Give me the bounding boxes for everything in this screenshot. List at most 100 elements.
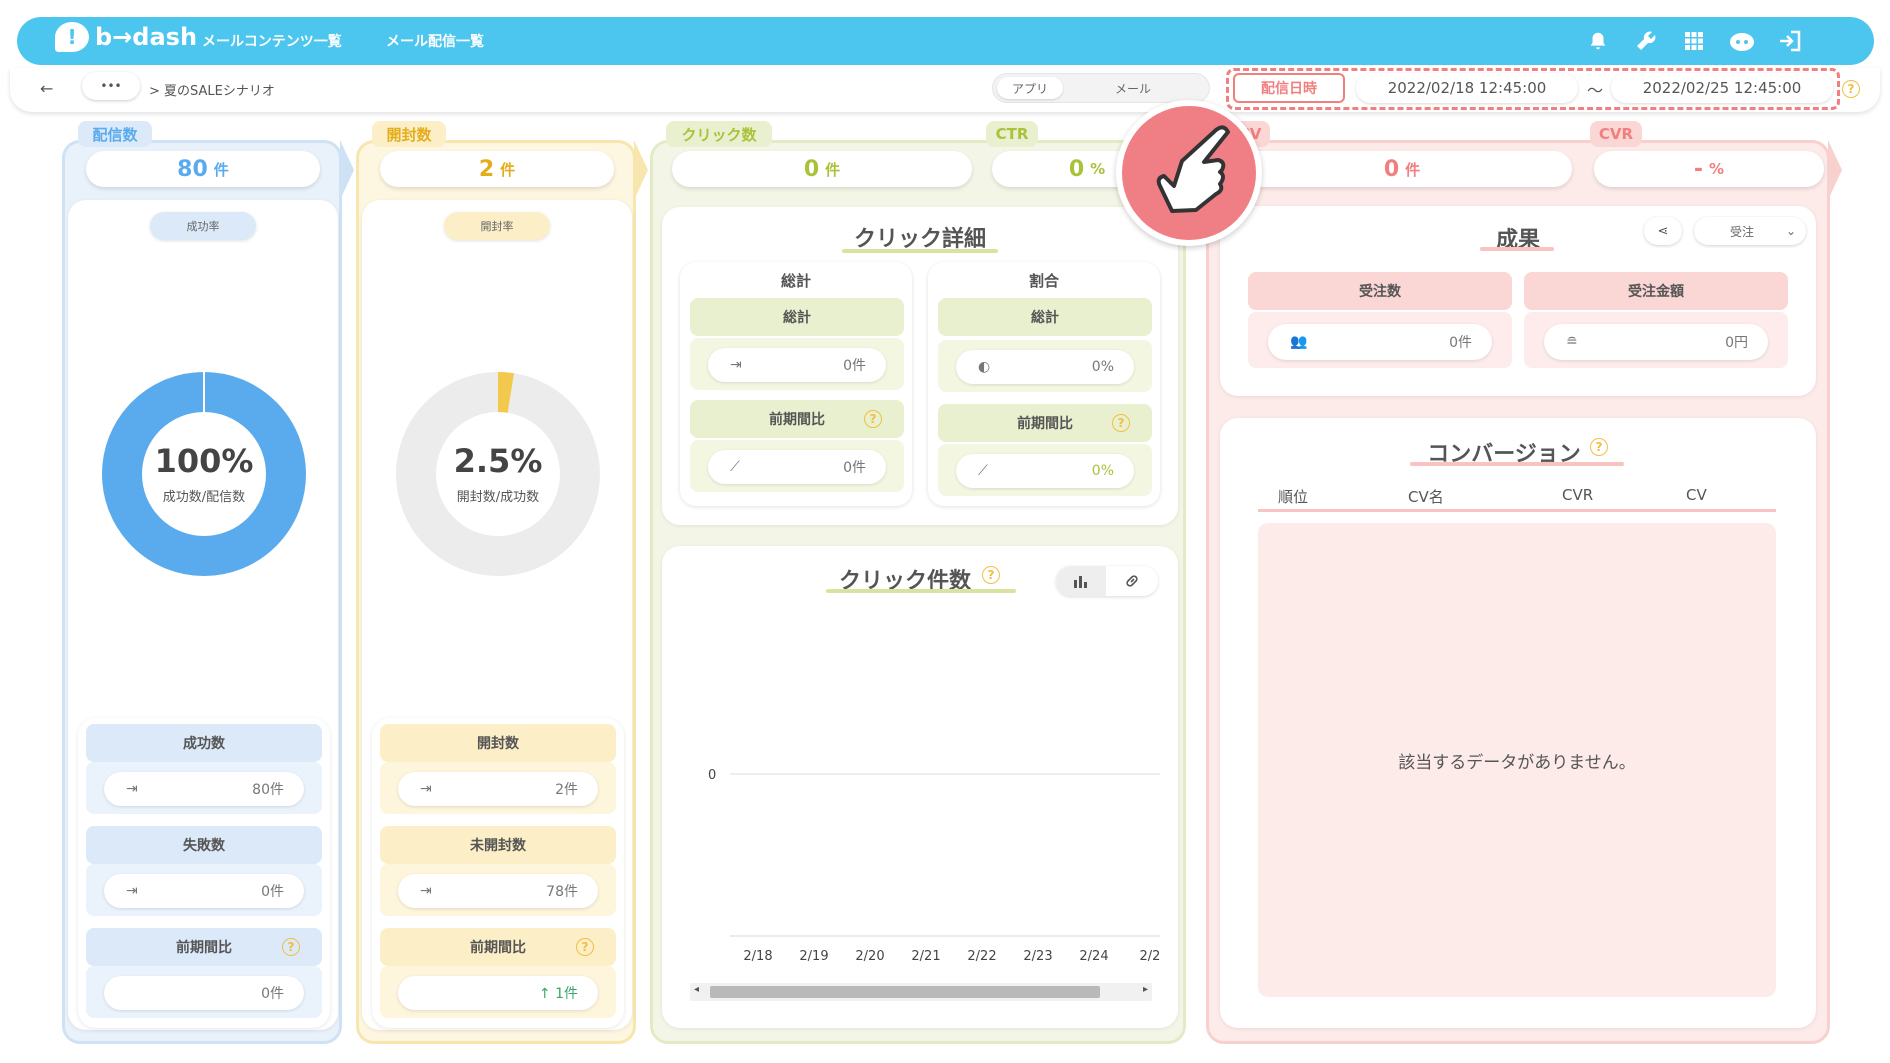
help-icon[interactable]: ? [864,410,882,428]
scroll-right-icon[interactable]: ▸ [1143,984,1148,995]
orders-value: 👥 0件 [1268,324,1492,360]
more-button[interactable]: ••• [82,72,140,100]
date-to-field[interactable]: 2022/02/25 12:45:00 [1611,73,1833,103]
nav-mail-deliveries[interactable]: メール配信一覧 [386,31,484,51]
open-value: 2 [478,156,495,182]
click-ratio-title: 割合 [1028,272,1059,290]
chart-scrollbar[interactable]: ◂ ▸ [690,983,1152,1001]
click-total: 0件 [672,151,972,187]
x-tick-label: 2/22 [967,949,996,964]
click-detail-underline [842,249,998,253]
empty-table: 該当するデータがありません。 [1258,523,1776,997]
result-select[interactable]: 受注 ⌄ [1694,217,1806,245]
sent-unit: 件 [213,160,229,179]
line-chart-icon: ⟋ [730,459,740,475]
col-rank[interactable]: 順位 [1278,486,1308,507]
x-tick-label: 2/23 [1023,949,1052,964]
sent-stat-label-0: 成功数 [86,724,322,762]
back-button[interactable]: ← [40,79,53,98]
click-unit: 件 [825,160,841,179]
open-stat-text-0: 2件 [555,782,578,798]
click-value: 0 [803,156,820,182]
x-tick-label: 2/21 [911,949,940,964]
export-icon: ⇥ [126,883,138,899]
sent-value: 80 [177,156,208,182]
nav-mail-contents[interactable]: メールコンテンツ一覧 [202,31,342,51]
click-count-underline [826,589,1016,593]
col-cv[interactable]: CV [1686,486,1707,504]
help-icon[interactable]: ? [1112,414,1130,432]
sent-stat-text-1: 0件 [261,884,284,900]
breadcrumb: > 夏のSALEシナリオ [149,84,275,99]
open-stat-label-0: 開封数 [380,724,616,762]
cv-value: 0 [1383,156,1400,182]
app-logo[interactable]: ! b→dash [55,22,197,52]
ctr-value: 0 [1068,156,1085,182]
amount-value: ≘ 0円 [1544,324,1768,360]
click-total-title: 総計 [780,272,811,290]
open-ring-sub: 開封数/成功数 [456,490,540,505]
open-title: 開封数 [372,121,446,147]
line-chart-icon: ⟋ [978,463,988,479]
open-stat-text-2: ↑ 1件 [538,986,578,1002]
open-rate-label: 開封率 [444,212,550,240]
open-stat-value-0: ⇥ 2件 [398,772,598,806]
scroll-thumb[interactable] [710,986,1100,998]
conversion-underline [1410,462,1624,466]
x-tick-label: 2/24 [1079,949,1108,964]
bell-icon[interactable] [1582,25,1614,57]
help-icon[interactable]: ? [576,938,594,956]
sent-stat-value-2: 0件 [104,976,304,1010]
pie-icon: ◐ [978,359,991,375]
x-tick-label: 2/19 [799,949,828,964]
cvr-unit: % [1709,160,1725,178]
click-ratio-sub: 総計 [938,298,1152,336]
ctr-unit: % [1090,160,1106,178]
logout-icon[interactable] [1774,25,1806,57]
amount-label: 受注金額 [1524,272,1788,310]
click-ratio-text: 0% [1091,359,1114,375]
sent-total: 80 件 [86,151,320,187]
success-ring-label: 100% 成功数/配信数 [104,442,304,505]
toggle-mail[interactable]: メール [1093,77,1173,99]
open-stat-value-1: ⇥ 78件 [398,874,598,908]
open-stat-text-1: 78件 [546,884,578,900]
click-ratio-prev-text: 0% [1091,463,1114,479]
robot-icon[interactable] [1726,25,1758,57]
link-icon[interactable] [1106,566,1158,596]
x-tick-label: 2/18 [743,949,772,964]
col-cvr[interactable]: CVR [1562,486,1593,504]
share-icon[interactable]: ⋖ [1644,217,1682,245]
open-ring-label: 2.5% 開封数/成功数 [398,442,598,505]
cv-unit: 件 [1405,160,1421,179]
result-underline [1480,247,1554,251]
sent-stat-value-1: ⇥ 0件 [104,874,304,908]
toggle-app[interactable]: アプリ [997,77,1063,99]
grid-icon[interactable] [1678,25,1710,57]
chevron-down-icon: ⌄ [1785,224,1796,238]
help-icon[interactable]: ? [1590,438,1608,456]
coins-icon: ≘ [1566,334,1578,350]
date-separator: 〜 [1587,81,1604,100]
click-prev-text: 0件 [843,460,866,476]
click-ratio-value: ◐ 0% [956,350,1134,384]
help-icon[interactable]: ? [282,938,300,956]
help-icon[interactable]: ? [982,566,1000,584]
channel-toggle[interactable]: アプリ メール [992,73,1210,103]
date-from-field[interactable]: 2022/02/18 12:45:00 [1356,73,1578,103]
date-label: 配信日時 [1233,73,1345,103]
wrench-icon[interactable] [1630,25,1662,57]
sent-title: 配信数 [78,121,152,147]
logo-text: b→dash [95,23,198,51]
tap-hand-icon [1116,100,1262,246]
col-cv-name[interactable]: CV名 [1408,486,1444,507]
open-stat-label-1: 未開封数 [380,826,616,864]
click-total-text: 0件 [843,358,866,374]
click-count-chart: 0 2/18 2/19 2/20 2/21 2/22 2/23 2/24 2/2 [708,768,1160,964]
cvr-total: -% [1594,151,1824,187]
bar-chart-icon[interactable] [1056,566,1106,596]
cvr-value: - [1693,156,1704,182]
scroll-left-icon[interactable]: ◂ [694,984,699,995]
help-icon[interactable]: ? [1842,80,1860,98]
sent-stat-text-0: 80件 [252,782,284,798]
